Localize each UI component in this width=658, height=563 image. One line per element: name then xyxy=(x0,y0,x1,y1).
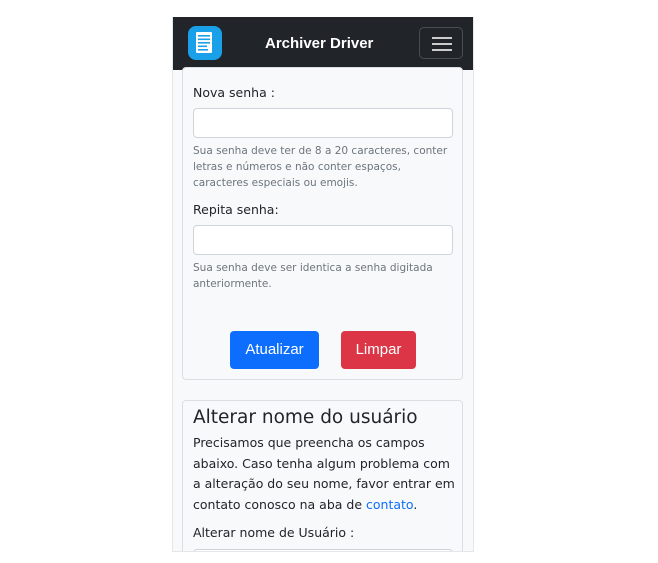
description-end: . xyxy=(413,496,418,512)
repeat-password-label: Repita senha: xyxy=(193,202,279,217)
menu-bar xyxy=(432,37,452,39)
new-password-help: Sua senha deve ter de 8 a 20 caracteres,… xyxy=(193,145,448,189)
brand-title[interactable]: Archiver Driver xyxy=(265,35,373,52)
new-password-label: Nova senha : xyxy=(193,85,275,100)
username-input[interactable] xyxy=(193,549,453,551)
repeat-password-input[interactable] xyxy=(193,225,453,255)
section-description: Precisamos que preencha os campos abaixo… xyxy=(193,433,458,515)
menu-bar xyxy=(432,43,452,45)
repeat-password-help: Sua senha deve ser identica a senha digi… xyxy=(193,262,433,290)
change-username-card: Alterar nome do usuário Precisamos que p… xyxy=(182,400,463,551)
contact-link[interactable]: contato xyxy=(366,497,413,512)
update-button[interactable]: Atualizar xyxy=(230,331,319,369)
navbar: Archiver Driver xyxy=(173,17,473,70)
section-title: Alterar nome do usuário xyxy=(193,407,418,428)
change-password-card: Nova senha : Sua senha deve ter de 8 a 2… xyxy=(182,67,463,380)
username-label: Alterar nome de Usuário : xyxy=(193,525,355,540)
clear-button[interactable]: Limpar xyxy=(341,331,416,369)
mobile-viewport: Archiver Driver Nova senha : Sua senha d… xyxy=(172,17,474,552)
menu-bar xyxy=(432,49,452,51)
document-icon[interactable] xyxy=(188,26,222,60)
new-password-input[interactable] xyxy=(193,108,453,138)
hamburger-menu-icon[interactable] xyxy=(419,27,463,59)
